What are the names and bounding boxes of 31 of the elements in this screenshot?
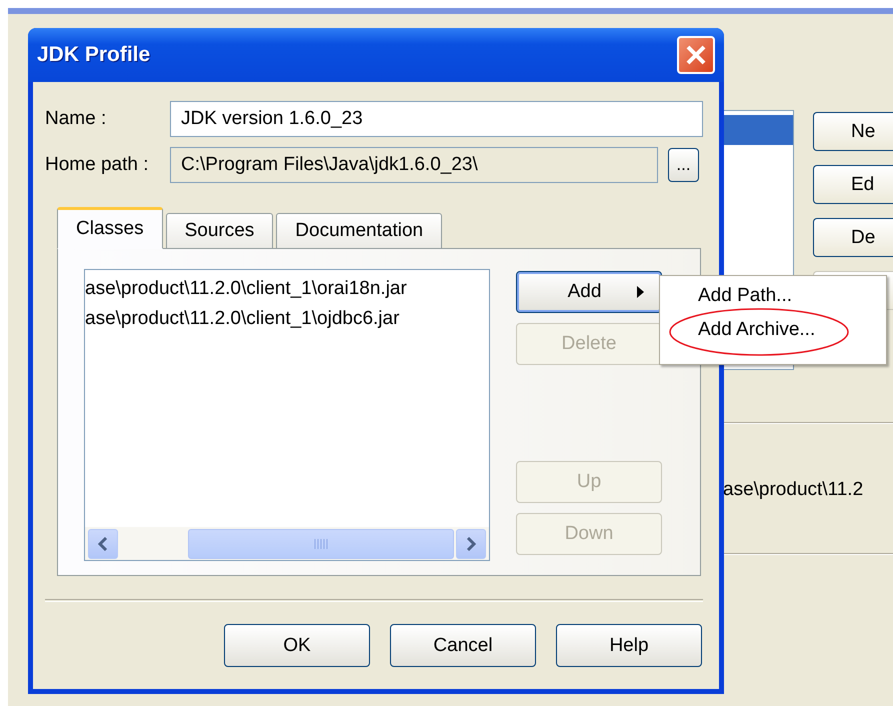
- scroll-right-button[interactable]: [456, 528, 486, 558]
- tab[interactable]: Classes: [57, 207, 163, 249]
- home-path-field[interactable]: C:\Program Files\Java\jdk1.6.0_23\: [170, 147, 658, 183]
- path-text: ase\product\11.2: [723, 479, 864, 501]
- name-field[interactable]: JDK version 1.6.0_23: [170, 101, 703, 137]
- name-label: Name :: [45, 108, 108, 130]
- chevron-left-icon: [98, 536, 108, 550]
- button[interactable]: De: [813, 218, 893, 257]
- close-button[interactable]: [677, 36, 715, 74]
- tab[interactable]: Documentation: [276, 213, 442, 249]
- button[interactable]: Help: [556, 624, 702, 667]
- home-path-label: Home path :: [45, 154, 150, 176]
- button[interactable]: Cancel: [390, 624, 536, 667]
- scroll-thumb[interactable]: [188, 528, 454, 558]
- menu-item[interactable]: Add Archive...: [698, 318, 886, 342]
- window-title: JDK Profile: [37, 43, 150, 67]
- list-item[interactable]: ase\product\11.2.0\client_1\orai18n.jar: [85, 274, 489, 304]
- menu-item[interactable]: Add Path...: [698, 284, 886, 308]
- horizontal-scrollbar[interactable]: [85, 527, 489, 560]
- close-icon: [685, 44, 707, 66]
- browse-button[interactable]: ...: [668, 148, 699, 182]
- button[interactable]: OK: [224, 624, 370, 667]
- button[interactable]: Ed: [813, 165, 893, 204]
- chevron-right-icon: [466, 536, 476, 550]
- caret-right-icon: [637, 286, 644, 298]
- menu-button[interactable]: Add: [516, 271, 662, 313]
- list-item[interactable]: ase\product\11.2.0\client_1\ojdbc6.jar: [85, 304, 489, 334]
- tab[interactable]: Sources: [166, 213, 274, 249]
- button[interactable]: Ne: [813, 112, 893, 151]
- grip-icon: [314, 538, 328, 548]
- scroll-left-button[interactable]: [88, 528, 118, 558]
